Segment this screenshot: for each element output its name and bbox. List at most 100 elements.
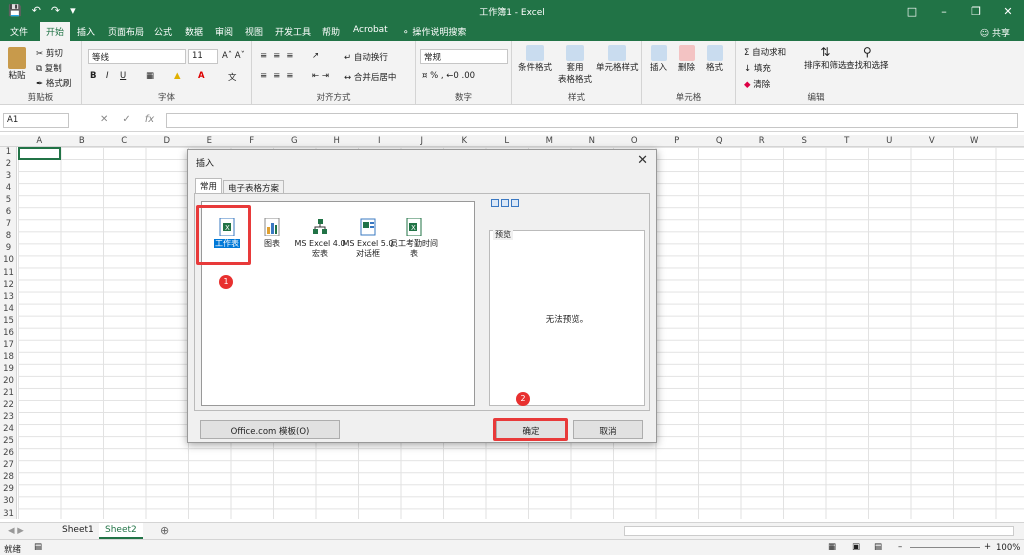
row-header[interactable]: 11 xyxy=(0,268,17,278)
bold-button[interactable]: B xyxy=(90,71,96,81)
phonetic-icon[interactable]: 文 xyxy=(228,71,237,83)
zoom-out-icon[interactable]: – xyxy=(898,542,902,552)
row-header[interactable]: 21 xyxy=(0,388,17,398)
column-header[interactable]: N xyxy=(571,136,614,146)
close-icon[interactable]: ✕ xyxy=(992,0,1024,22)
delete-cells-button[interactable]: 删除 xyxy=(678,45,695,73)
clear-button[interactable]: ◆ 清除 xyxy=(744,78,770,90)
column-header[interactable]: R xyxy=(741,136,784,146)
row-header[interactable]: 10 xyxy=(0,255,17,265)
dialog-tab-solutions[interactable]: 电子表格方案 xyxy=(223,180,285,194)
normal-view-icon[interactable]: ▦ xyxy=(828,542,836,552)
format-cells-button[interactable]: 格式 xyxy=(706,45,723,73)
sheet-tab[interactable]: Sheet1 xyxy=(56,523,100,539)
tab-review[interactable]: 审阅 xyxy=(215,25,233,38)
column-header[interactable]: P xyxy=(656,136,699,146)
column-header[interactable]: L xyxy=(486,136,529,146)
row-header[interactable]: 25 xyxy=(0,436,17,446)
fill-button[interactable]: ↓ 填充 xyxy=(744,62,771,74)
insert-cells-button[interactable]: 插入 xyxy=(650,45,667,73)
format-as-table-button[interactable]: 套用 表格格式 xyxy=(558,45,592,85)
column-header[interactable]: Q xyxy=(698,136,741,146)
column-header[interactable]: H xyxy=(316,136,359,146)
formula-input[interactable] xyxy=(166,113,1018,128)
enter-icon[interactable]: ✓ xyxy=(122,114,130,125)
item-attendance[interactable]: X 员工考勤时间表 xyxy=(388,217,440,259)
sheet-nav-icons[interactable]: ◀ ▶ xyxy=(8,526,24,536)
horizontal-align-icons[interactable]: ≡≡≡ xyxy=(260,71,299,81)
page-break-icon[interactable]: ▤ xyxy=(874,542,882,552)
column-header[interactable]: G xyxy=(273,136,316,146)
wrap-text-button[interactable]: ↵ 自动换行 xyxy=(344,51,388,63)
tab-data[interactable]: 数据 xyxy=(185,25,203,38)
zoom-level[interactable]: 100% xyxy=(996,543,1020,553)
row-header[interactable]: 4 xyxy=(0,183,17,193)
fill-color-icon[interactable]: ▲ xyxy=(174,71,181,81)
share-button[interactable]: ☺ 共享 xyxy=(980,26,1010,39)
row-header[interactable]: 18 xyxy=(0,352,17,362)
tab-home[interactable]: 开始 xyxy=(40,22,71,41)
column-header[interactable]: A xyxy=(18,136,61,146)
cancel-button[interactable]: 取消 xyxy=(573,420,643,439)
row-header[interactable]: 12 xyxy=(0,280,17,290)
tab-developer[interactable]: 开发工具 xyxy=(275,25,311,38)
row-header[interactable]: 19 xyxy=(0,364,17,374)
number-format-select[interactable]: 常规 xyxy=(420,49,508,64)
column-header[interactable]: T xyxy=(826,136,869,146)
find-select-button[interactable]: ⚲ 查找和选择 xyxy=(846,45,889,71)
row-header[interactable]: 27 xyxy=(0,460,17,470)
number-format-icons[interactable]: ¤ % , ←0 .00 xyxy=(422,71,475,81)
font-color-icon[interactable]: A xyxy=(198,71,205,81)
autosum-button[interactable]: Σ 自动求和 xyxy=(744,46,786,58)
indent-icon[interactable]: ⇤ ⇥ xyxy=(312,71,329,81)
tab-formulas[interactable]: 公式 xyxy=(154,25,172,38)
format-painter-button[interactable]: ✒ 格式刷 xyxy=(36,77,71,89)
zoom-in-icon[interactable]: + xyxy=(984,542,991,552)
font-name-select[interactable]: 等线 xyxy=(88,49,186,64)
item-excel5-dialog[interactable]: MS Excel 5.0 对话框 xyxy=(342,218,394,259)
row-header[interactable]: 31 xyxy=(0,509,17,519)
dialog-close-icon[interactable]: ✕ xyxy=(637,153,648,168)
row-header[interactable]: 29 xyxy=(0,484,17,494)
row-header[interactable]: 16 xyxy=(0,328,17,338)
tab-acrobat[interactable]: Acrobat xyxy=(353,25,388,35)
row-header[interactable]: 24 xyxy=(0,424,17,434)
conditional-format-button[interactable]: 条件格式 xyxy=(518,45,552,73)
add-sheet-icon[interactable]: ⊕ xyxy=(160,524,169,537)
column-header[interactable]: W xyxy=(953,136,996,146)
copy-button[interactable]: ⧉ 复制 xyxy=(36,62,62,74)
row-header[interactable]: 17 xyxy=(0,340,17,350)
italic-button[interactable]: I xyxy=(106,71,109,81)
column-header[interactable]: C xyxy=(103,136,146,146)
details-view-icon[interactable] xyxy=(511,199,519,207)
column-header[interactable]: S xyxy=(783,136,826,146)
row-header[interactable]: 22 xyxy=(0,400,17,410)
row-header[interactable]: 3 xyxy=(0,171,17,181)
large-icons-view-icon[interactable] xyxy=(491,199,499,207)
column-header[interactable]: M xyxy=(528,136,571,146)
minimize-icon[interactable]: – xyxy=(928,0,960,22)
row-header[interactable]: 23 xyxy=(0,412,17,422)
underline-button[interactable]: U xyxy=(120,71,126,81)
page-layout-icon[interactable]: ▣ xyxy=(852,542,860,552)
paste-button[interactable]: 粘贴 xyxy=(8,47,26,81)
tab-view[interactable]: 视图 xyxy=(245,25,263,38)
fx-icon[interactable]: fx xyxy=(145,114,154,125)
column-header[interactable]: B xyxy=(61,136,104,146)
vertical-align-icons[interactable]: ≡≡≡ xyxy=(260,51,299,61)
row-header[interactable]: 13 xyxy=(0,292,17,302)
row-header[interactable]: 8 xyxy=(0,231,17,241)
row-header[interactable]: 5 xyxy=(0,195,17,205)
tell-me-search[interactable]: ⚬ 操作说明搜索 xyxy=(402,25,466,38)
column-header[interactable]: O xyxy=(613,136,656,146)
tab-file[interactable]: 文件 xyxy=(10,25,28,38)
column-header[interactable]: K xyxy=(443,136,486,146)
row-header[interactable]: 9 xyxy=(0,243,17,253)
merge-center-button[interactable]: ↔ 合并后居中 xyxy=(344,71,396,83)
item-chart[interactable]: 图表 xyxy=(247,217,297,249)
row-header[interactable]: 28 xyxy=(0,472,17,482)
horizontal-scrollbar[interactable] xyxy=(624,526,1014,536)
column-header[interactable]: U xyxy=(868,136,911,146)
column-header[interactable]: J xyxy=(401,136,444,146)
column-header[interactable]: E xyxy=(188,136,231,146)
